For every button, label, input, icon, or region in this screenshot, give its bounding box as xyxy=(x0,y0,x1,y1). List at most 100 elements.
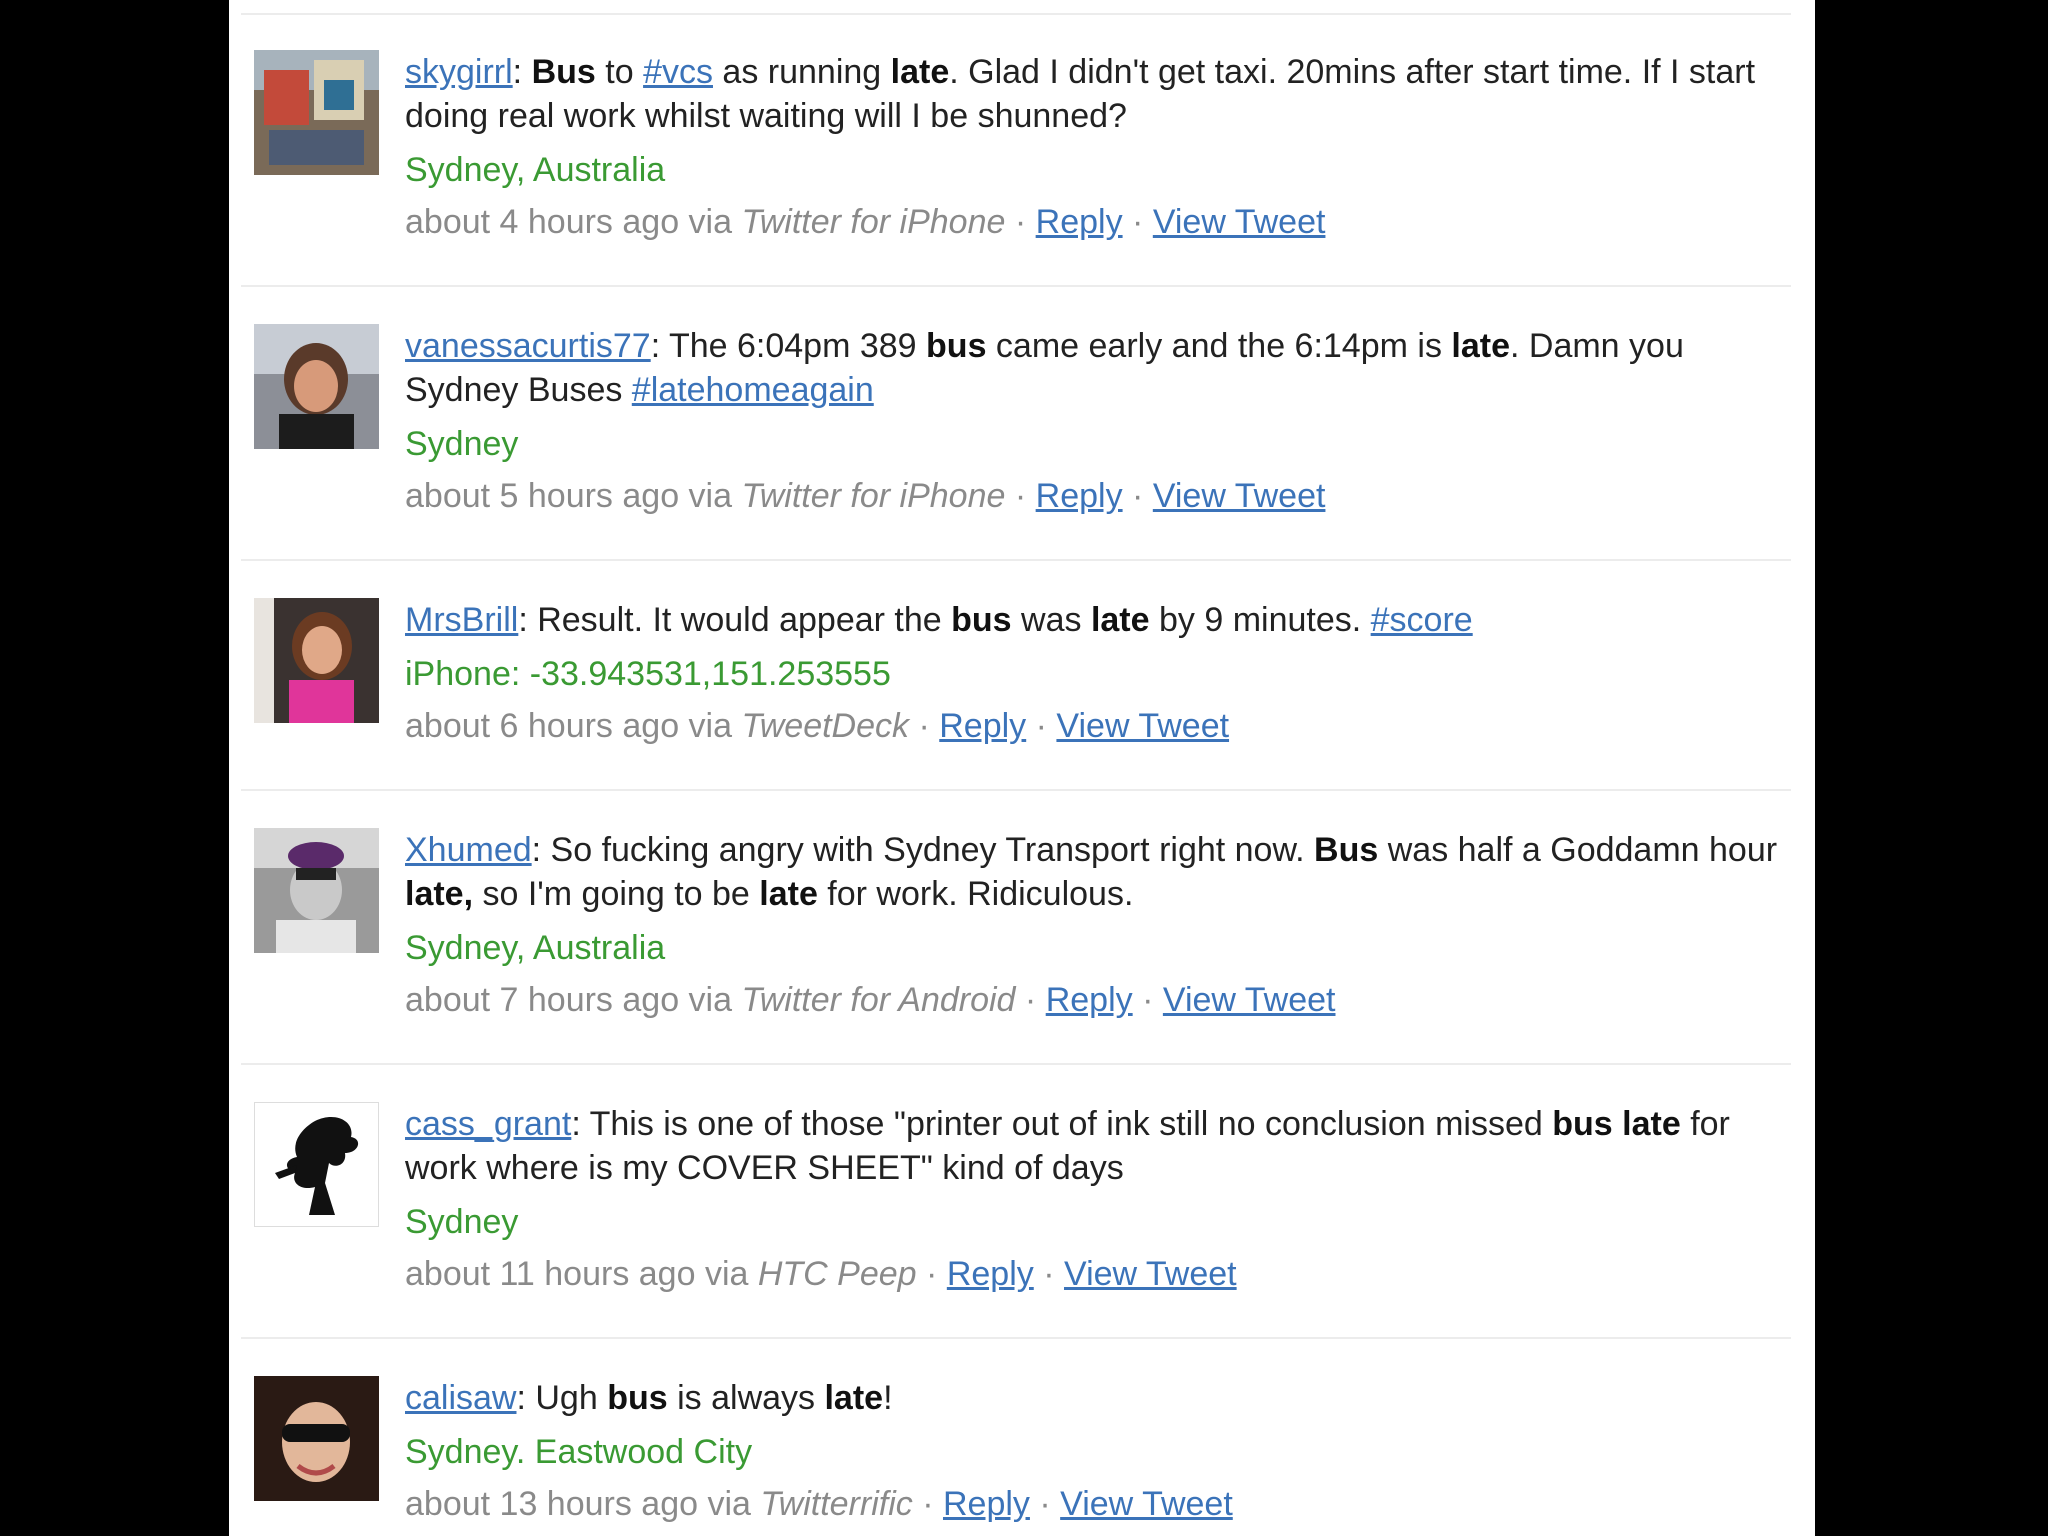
tweet-time: about 13 hours ago via xyxy=(405,1485,751,1523)
tweet-text-segment: as running xyxy=(712,53,891,91)
avatar[interactable] xyxy=(254,324,379,449)
view-tweet-link[interactable]: View Tweet xyxy=(1163,981,1336,1019)
avatar-image xyxy=(254,1376,379,1501)
tweet-text-segment: so I'm going to be xyxy=(473,875,760,913)
avatar-image xyxy=(254,50,379,175)
meta-separator: · xyxy=(1024,981,1037,1019)
divider xyxy=(241,285,1791,287)
tweet-text: Xhumed: So fucking angry with Sydney Tra… xyxy=(405,828,1790,916)
reply-link[interactable]: Reply xyxy=(943,1485,1030,1523)
tweet-source: Twitter for iPhone xyxy=(741,203,1006,241)
tweet-time: about 7 hours ago via xyxy=(405,981,733,1019)
meta-separator: · xyxy=(1014,477,1027,515)
tweet-text-segment: is always xyxy=(667,1379,825,1417)
tweet-source: Twitterrific xyxy=(760,1485,913,1523)
avatar[interactable] xyxy=(254,828,379,953)
keyword-highlight: late xyxy=(1090,601,1150,639)
meta-separator: · xyxy=(1039,1485,1051,1523)
divider xyxy=(241,13,1791,15)
tweet-meta: about 13 hours ago via Twitterrific · Re… xyxy=(405,1482,1790,1526)
tweet-time: about 6 hours ago via xyxy=(405,707,733,745)
tweet-location: Sydney. Eastwood City xyxy=(405,1433,753,1471)
tweet-source: TweetDeck xyxy=(741,707,910,745)
avatar[interactable] xyxy=(254,50,379,175)
reply-link[interactable]: Reply xyxy=(947,1255,1034,1293)
view-tweet-link[interactable]: View Tweet xyxy=(1153,203,1326,241)
avatar[interactable] xyxy=(254,1102,379,1227)
view-tweet-link[interactable]: View Tweet xyxy=(1153,477,1326,515)
hashtag-link[interactable]: #score xyxy=(1371,601,1473,639)
keyword-highlight: bus xyxy=(1552,1105,1613,1143)
tweet-source: HTC Peep xyxy=(757,1255,917,1293)
avatar-image xyxy=(254,598,379,723)
divider xyxy=(241,1337,1791,1339)
keyword-highlight: Bus xyxy=(531,53,596,91)
meta-separator: · xyxy=(1014,203,1027,241)
meta-separator: · xyxy=(1132,477,1144,515)
reply-link[interactable]: Reply xyxy=(1036,477,1123,515)
tweet-text-segment: was xyxy=(1011,601,1091,639)
view-tweet-link[interactable]: View Tweet xyxy=(1064,1255,1237,1293)
tweet-location: Sydney, Australia xyxy=(405,151,666,189)
avatar-image xyxy=(255,1103,378,1226)
tweet-text-segment: to xyxy=(595,53,644,91)
tweet-text-segment: : The 6:04pm 389 xyxy=(650,327,927,365)
tweet-text-segment: : Result. It would appear the xyxy=(518,601,952,639)
avatar[interactable] xyxy=(254,598,379,723)
tweet-meta: about 7 hours ago via Twitter for Androi… xyxy=(405,978,1790,1022)
tweet-source: Twitter for iPhone xyxy=(741,477,1006,515)
avatar-image xyxy=(254,828,379,953)
meta-separator: · xyxy=(918,707,930,745)
tweet-location: Sydney xyxy=(405,425,519,463)
keyword-highlight: bus xyxy=(926,327,987,365)
username-link[interactable]: MrsBrill xyxy=(405,601,518,639)
tweet-text-segment: was half a Goddamn hour xyxy=(1378,831,1778,869)
tweet-time: about 11 hours ago via xyxy=(405,1255,749,1293)
tweet-time: about 4 hours ago via xyxy=(405,203,733,241)
meta-separator: · xyxy=(1043,1255,1055,1293)
meta-separator: · xyxy=(1142,981,1154,1019)
tweet-text-segment: came early and the 6:14pm is xyxy=(986,327,1452,365)
tweet-text: MrsBrill: Result. It would appear the bu… xyxy=(405,598,1790,642)
tweet-text: cass_grant: This is one of those "printe… xyxy=(405,1102,1790,1190)
username-link[interactable]: Xhumed xyxy=(405,831,532,869)
divider xyxy=(241,559,1791,561)
tweet-text-segment: : This is one of those "printer out of i… xyxy=(571,1105,1553,1143)
keyword-highlight: late xyxy=(824,1379,884,1417)
meta-separator: · xyxy=(922,1485,934,1523)
username-link[interactable]: cass_grant xyxy=(405,1105,571,1143)
view-tweet-link[interactable]: View Tweet xyxy=(1056,707,1229,745)
username-link[interactable]: vanessacurtis77 xyxy=(405,327,651,365)
tweet-text-segment: for work. Ridiculous. xyxy=(817,875,1134,913)
keyword-highlight: Bus xyxy=(1314,831,1379,869)
tweet-location: Sydney xyxy=(405,1203,519,1241)
avatar[interactable] xyxy=(254,1376,379,1501)
reply-link[interactable]: Reply xyxy=(1036,203,1123,241)
username-link[interactable]: calisaw xyxy=(405,1379,516,1417)
hashtag-link[interactable]: #vcs xyxy=(643,53,713,91)
keyword-highlight: bus xyxy=(607,1379,668,1417)
tweet-time: about 5 hours ago via xyxy=(405,477,733,515)
meta-separator: · xyxy=(1132,203,1144,241)
keyword-highlight: late xyxy=(1622,1105,1681,1143)
search-results-panel: skygirrl: Bus to #vcs as running late. G… xyxy=(229,0,1815,1536)
divider xyxy=(241,1063,1791,1065)
tweet-text-segment xyxy=(1613,1105,1622,1143)
tweet-location: Sydney, Australia xyxy=(405,929,666,967)
tweet-text-segment: ! xyxy=(883,1379,893,1417)
tweet-text-segment: : Ugh xyxy=(516,1379,608,1417)
keyword-highlight: late xyxy=(759,875,818,913)
tweet-meta: about 6 hours ago via TweetDeck · Reply … xyxy=(405,704,1790,748)
view-tweet-link[interactable]: View Tweet xyxy=(1060,1485,1233,1523)
tweet-meta: about 4 hours ago via Twitter for iPhone… xyxy=(405,200,1790,244)
tweet-meta: about 11 hours ago via HTC Peep · Reply … xyxy=(405,1252,1790,1296)
avatar-image xyxy=(254,324,379,449)
reply-link[interactable]: Reply xyxy=(1046,981,1133,1019)
tweet-text: skygirrl: Bus to #vcs as running late. G… xyxy=(405,50,1790,138)
tweet-text: vanessacurtis77: The 6:04pm 389 bus came… xyxy=(405,324,1790,412)
keyword-highlight: late xyxy=(890,53,950,91)
username-link[interactable]: skygirrl xyxy=(405,53,513,91)
hashtag-link[interactable]: #latehomeagain xyxy=(632,371,874,409)
tweet-source: Twitter for Android xyxy=(741,981,1016,1019)
reply-link[interactable]: Reply xyxy=(939,707,1026,745)
